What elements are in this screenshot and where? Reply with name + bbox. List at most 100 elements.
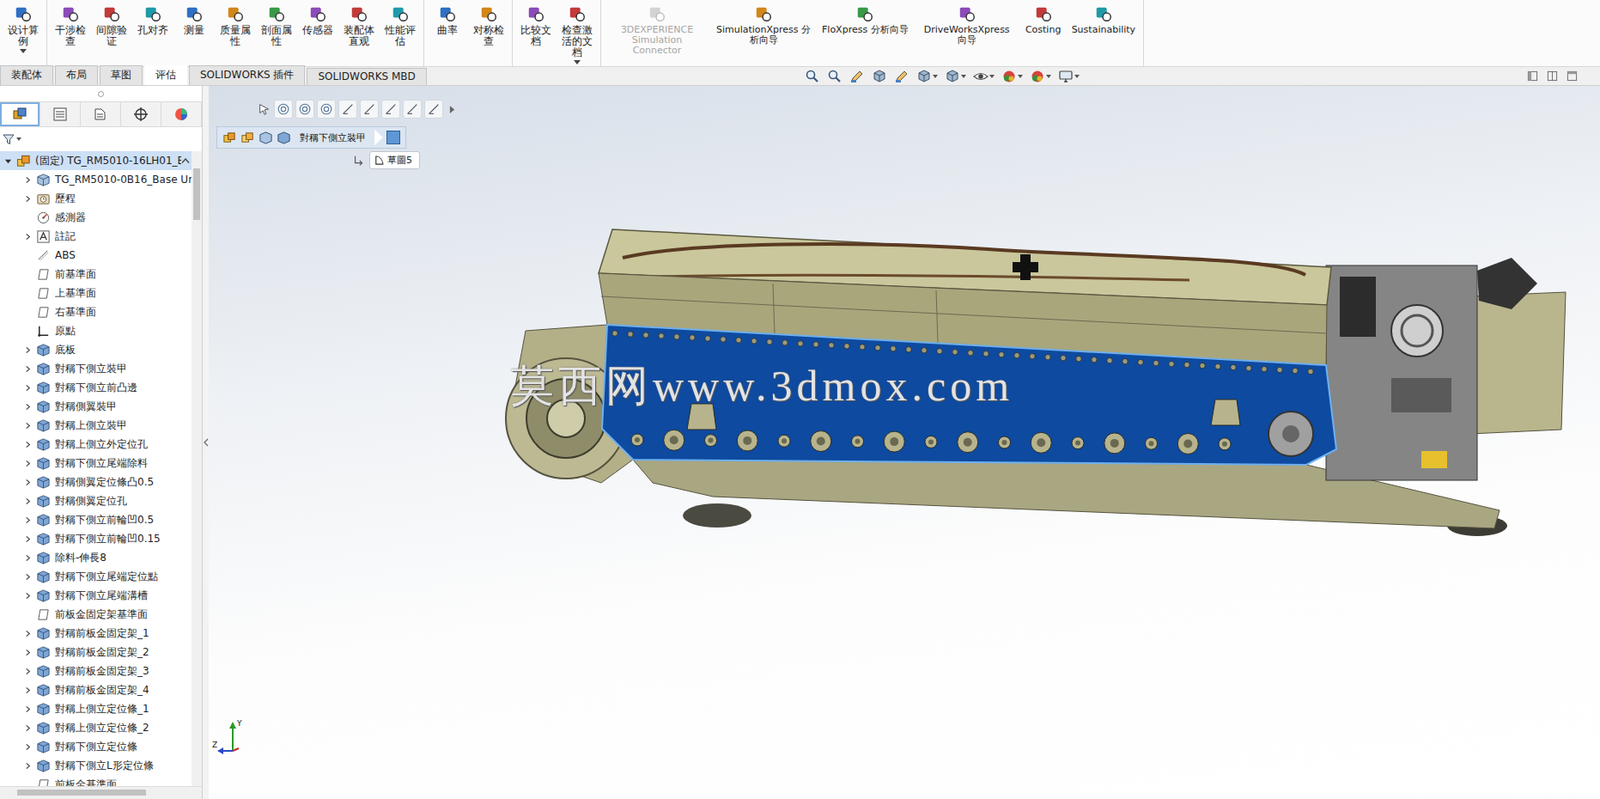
collapsed-arrow-icon[interactable] xyxy=(24,516,32,524)
collapsed-arrow-icon[interactable] xyxy=(24,402,32,411)
panel-tab[interactable] xyxy=(40,102,81,127)
collapsed-arrow-icon[interactable] xyxy=(24,365,32,373)
tree-item[interactable]: 對稱下側立L形定位條 xyxy=(0,755,192,775)
command-tab[interactable]: 草图 xyxy=(99,65,143,86)
view-tool-button[interactable] xyxy=(944,68,967,85)
return-arrow-icon[interactable] xyxy=(352,153,366,168)
collapsed-arrow-icon[interactable] xyxy=(24,194,32,203)
ribbon-button[interactable]: 性能评估 xyxy=(380,1,420,50)
collapsed-arrow-icon[interactable] xyxy=(24,346,32,354)
ribbon-button[interactable]: 曲率 xyxy=(427,1,468,39)
view-tool-button[interactable] xyxy=(916,68,938,85)
collapsed-arrow-icon[interactable] xyxy=(24,497,32,505)
dropdown-arrow-icon[interactable] xyxy=(573,60,581,65)
tree-item[interactable]: 感測器 xyxy=(0,207,192,227)
ribbon-button[interactable]: 干涉检查 xyxy=(50,1,91,50)
tree-item[interactable]: (固定) TG_RM5010-16LH01_BAS xyxy=(0,151,192,171)
collapse-panel-icon[interactable] xyxy=(203,438,209,447)
tile-icon[interactable] xyxy=(1546,70,1558,82)
tree-item[interactable]: 對稱前板金固定架_4 xyxy=(0,680,192,700)
collapsed-arrow-icon[interactable] xyxy=(24,705,32,713)
panel-tab[interactable] xyxy=(80,102,122,127)
context-tool-button[interactable] xyxy=(273,99,293,119)
ribbon-button[interactable]: 对称检查 xyxy=(468,1,509,50)
tree-item[interactable]: 對稱側翼定位條凸0.5 xyxy=(0,472,192,492)
dropdown-arrow-icon[interactable] xyxy=(932,74,938,79)
collapsed-arrow-icon[interactable] xyxy=(24,176,32,184)
tree-item[interactable]: 對稱下側立尾端溝槽 xyxy=(0,585,192,605)
ribbon-button[interactable]: Sustainability xyxy=(1067,1,1140,38)
tree-item[interactable]: 對稱側翼裝甲 xyxy=(0,396,192,416)
view-tool-button[interactable] xyxy=(894,68,910,85)
collapsed-arrow-icon[interactable] xyxy=(24,591,32,600)
ribbon-button[interactable]: 间隙验证 xyxy=(91,1,132,50)
ribbon-button[interactable]: 孔对齐 xyxy=(133,1,173,39)
ribbon-button[interactable]: DriveWorksXpress 向导 xyxy=(914,1,1020,49)
collapsed-arrow-icon[interactable] xyxy=(24,742,32,751)
collapsed-arrow-icon[interactable] xyxy=(24,723,32,732)
collapsed-arrow-icon[interactable] xyxy=(24,667,32,676)
tree-item[interactable]: 對稱前板金固定架_2 xyxy=(0,642,192,662)
dropdown-arrow-icon[interactable] xyxy=(989,74,995,79)
ribbon-button[interactable]: 比较文档 xyxy=(516,1,556,50)
dropdown-arrow-icon[interactable] xyxy=(1074,74,1080,79)
tree-item[interactable]: 除料-伸長8 xyxy=(0,547,192,567)
tree-item[interactable]: 對稱側翼定位孔 xyxy=(0,491,192,511)
dropdown-arrow-icon[interactable] xyxy=(19,48,27,54)
sketch-item[interactable]: 草圖5 xyxy=(369,151,420,170)
command-tab[interactable]: SOLIDWORKS MBD xyxy=(306,67,426,86)
tree-item[interactable]: 對稱下側立裝甲 xyxy=(0,358,192,378)
tree-item[interactable]: ABS xyxy=(0,245,192,265)
expanded-arrow-icon[interactable] xyxy=(4,157,13,165)
view-tool-button[interactable] xyxy=(827,68,843,85)
tree-item[interactable]: 對稱上側立外定位孔 xyxy=(0,434,192,454)
ribbon-button[interactable]: Costing xyxy=(1021,1,1066,38)
panel-tab[interactable] xyxy=(0,102,41,127)
collapsed-arrow-icon[interactable] xyxy=(24,440,32,449)
tree-filter[interactable] xyxy=(0,127,202,152)
part-icon[interactable] xyxy=(276,130,292,146)
context-tool-button[interactable] xyxy=(381,99,401,119)
panel-tab[interactable] xyxy=(161,102,202,127)
collapsed-arrow-icon[interactable] xyxy=(24,648,32,657)
dropdown-arrow-icon[interactable] xyxy=(1017,74,1023,79)
ribbon-button[interactable]: SimulationXpress 分析向导 xyxy=(711,1,816,49)
tree-item[interactable]: 對稱下側立前輪凹0.15 xyxy=(0,529,192,548)
pointer-arrow-icon[interactable] xyxy=(257,102,272,116)
maximize-icon[interactable] xyxy=(1566,70,1578,82)
view-tool-button[interactable] xyxy=(871,68,888,85)
ribbon-button[interactable]: 3DEXPERIENCE Simulation Connector xyxy=(604,1,710,59)
context-tool-button[interactable] xyxy=(338,99,358,119)
context-tool-button[interactable] xyxy=(424,99,444,119)
tree-item[interactable]: 上基準面 xyxy=(0,283,192,303)
tree-item[interactable]: 對稱下側立尾端定位點 xyxy=(0,566,192,586)
sketch-breadcrumb-icon[interactable] xyxy=(386,130,401,145)
ribbon-button[interactable]: FloXpress 分析向导 xyxy=(817,1,913,38)
restore-panel-icon[interactable] xyxy=(1526,70,1539,82)
tree-item[interactable]: 原點 xyxy=(0,321,192,341)
tree-item[interactable]: 對稱下側立前凸邊 xyxy=(0,377,192,397)
tree-item[interactable]: 前基準面 xyxy=(0,264,192,284)
command-tab[interactable]: 布局 xyxy=(54,65,98,86)
collapsed-arrow-icon[interactable] xyxy=(24,232,32,241)
collapsed-arrow-icon[interactable] xyxy=(24,629,32,638)
panel-splitter[interactable] xyxy=(202,85,209,799)
collapsed-arrow-icon[interactable] xyxy=(24,383,32,392)
context-tool-button[interactable] xyxy=(316,99,336,119)
panel-grip[interactable] xyxy=(0,85,202,102)
ribbon-button[interactable]: 剖面属性 xyxy=(256,1,297,50)
collapsed-arrow-icon[interactable] xyxy=(24,761,32,770)
collapsed-arrow-icon[interactable] xyxy=(24,478,32,487)
tank-hull-model[interactable] xyxy=(208,85,1600,799)
ribbon-button[interactable]: 装配体直观 xyxy=(339,1,379,50)
view-tool-button[interactable] xyxy=(1058,68,1080,85)
dropdown-arrow-icon[interactable] xyxy=(961,74,967,79)
view-tool-button[interactable] xyxy=(804,68,821,85)
collapsed-arrow-icon[interactable] xyxy=(24,572,32,581)
context-tool-button[interactable] xyxy=(402,99,422,119)
ribbon-button[interactable]: 设计算例 xyxy=(3,1,43,56)
tree-item[interactable]: 對稱上側立定位條_1 xyxy=(0,699,192,718)
context-tool-button[interactable] xyxy=(359,99,379,119)
command-tab[interactable]: 评估 xyxy=(144,65,188,86)
dropdown-arrow-icon[interactable] xyxy=(1046,74,1052,79)
